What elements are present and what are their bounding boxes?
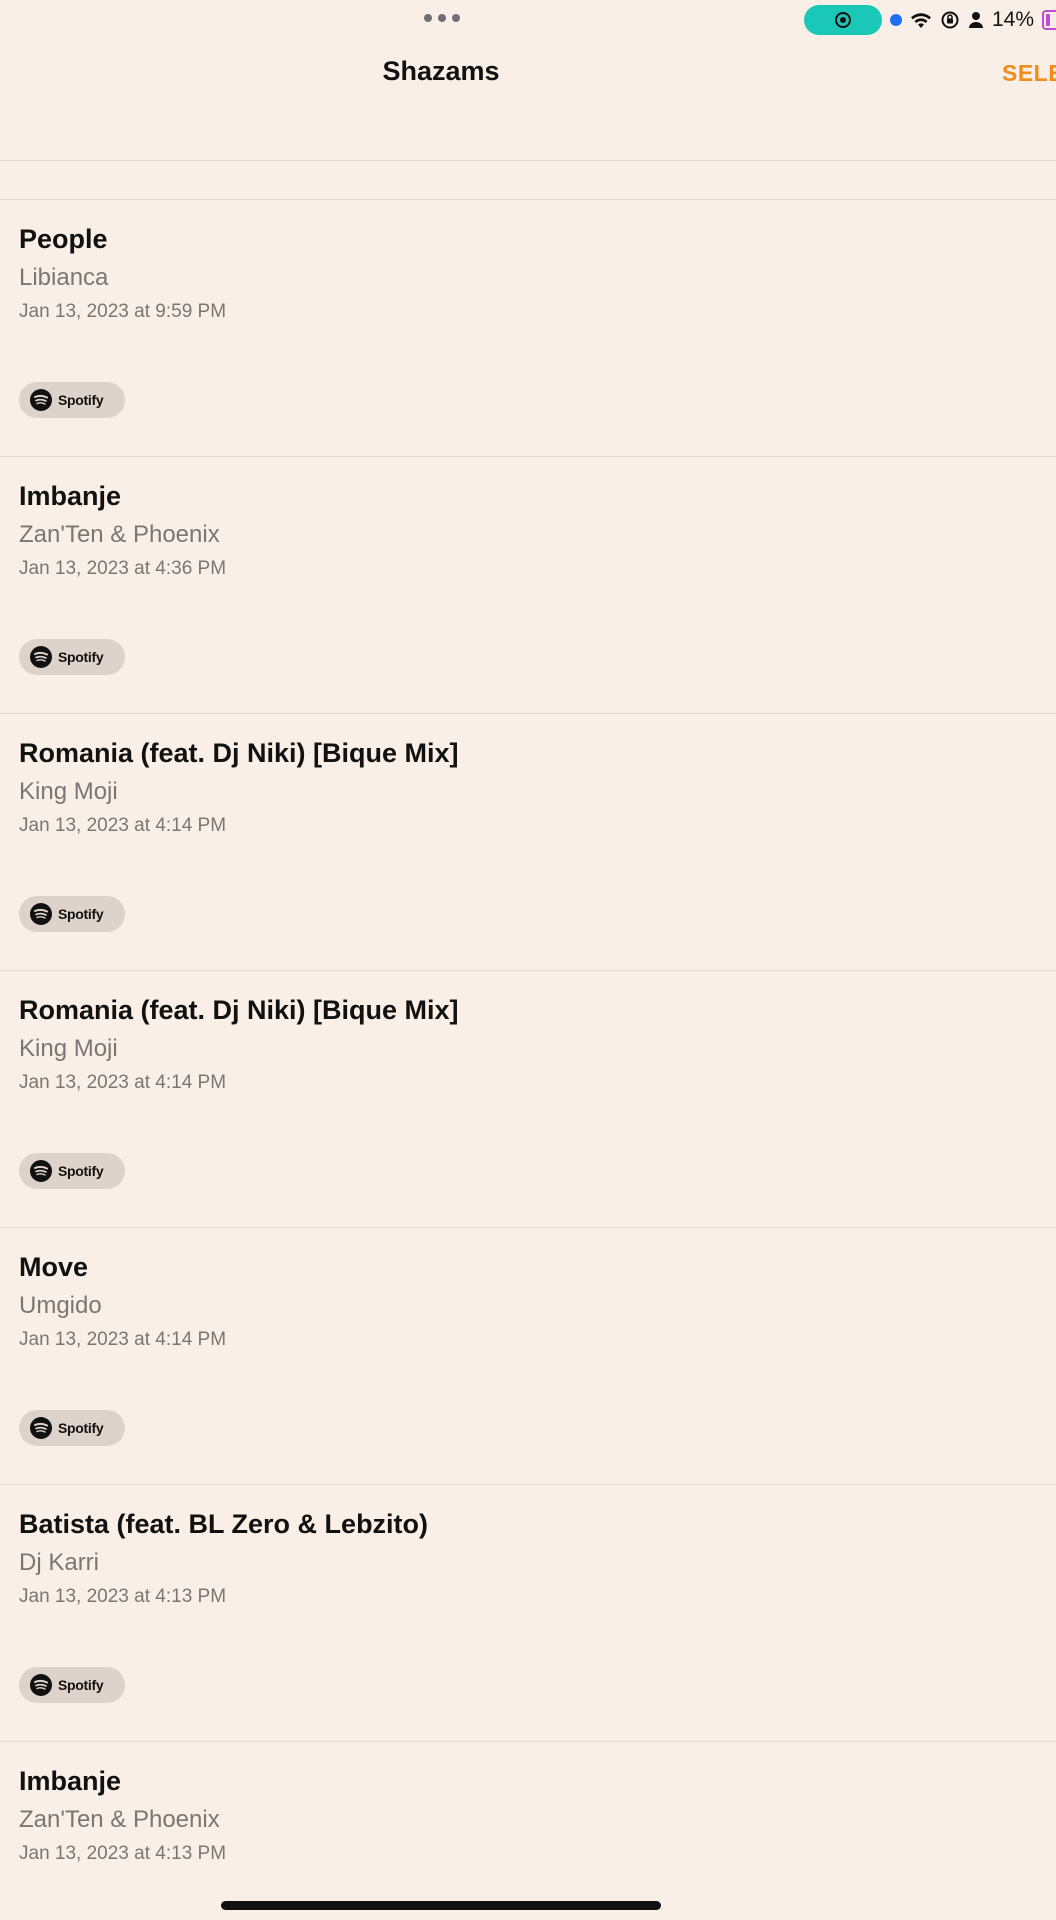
spotify-label: Spotify [58, 1420, 104, 1436]
battery-icon [1042, 10, 1056, 30]
battery-percentage: 14% [991, 8, 1034, 31]
list-item[interactable]: Romania (feat. Dj Niki) [Bique Mix] King… [0, 970, 1056, 1227]
open-in-spotify-button[interactable]: Spotify [19, 639, 125, 675]
song-artist: Zan'Ten & Phoenix [19, 521, 220, 548]
select-button[interactable]: SELE [1002, 60, 1056, 87]
spotify-label: Spotify [58, 1677, 104, 1693]
person-icon [968, 11, 984, 29]
shazam-list: People Libianca Jan 13, 2023 at 9:59 PM … [0, 199, 1056, 1920]
open-in-spotify-button[interactable]: Spotify [19, 1410, 125, 1446]
status-bar: 14% [0, 0, 1056, 40]
list-item[interactable]: Move Umgido Jan 13, 2023 at 4:14 PM Spot… [0, 1227, 1056, 1484]
spotify-icon [30, 389, 52, 411]
song-title: Imbanje [19, 1766, 122, 1796]
song-artist: King Moji [19, 778, 118, 805]
record-icon [834, 12, 851, 28]
location-dot-icon [889, 14, 902, 26]
shazam-date: Jan 13, 2023 at 4:36 PM [19, 558, 227, 579]
song-title: People [19, 224, 108, 254]
shazam-date: Jan 13, 2023 at 4:14 PM [19, 1072, 227, 1093]
song-title: Imbanje [19, 481, 122, 511]
list-item[interactable]: Romania (feat. Dj Niki) [Bique Mix] King… [0, 713, 1056, 970]
list-item[interactable]: Batista (feat. BL Zero & Lebzito) Dj Kar… [0, 1484, 1056, 1741]
list-item[interactable]: People Libianca Jan 13, 2023 at 9:59 PM … [0, 199, 1056, 456]
page-title: Shazams [382, 56, 500, 86]
status-indicators: 14% [803, 4, 1056, 36]
open-in-spotify-button[interactable]: Spotify [19, 1667, 125, 1703]
spotify-label: Spotify [58, 649, 104, 665]
song-title: Batista (feat. BL Zero & Lebzito) [19, 1509, 429, 1539]
spotify-label: Spotify [58, 1163, 104, 1179]
shazam-date: Jan 13, 2023 at 4:13 PM [19, 1586, 227, 1607]
header-divider [0, 160, 1056, 161]
song-title: Romania (feat. Dj Niki) [Bique Mix] [19, 738, 459, 768]
spotify-icon [30, 1674, 52, 1696]
open-in-spotify-button[interactable]: Spotify [19, 896, 125, 932]
spotify-icon [30, 903, 52, 925]
list-item[interactable]: Imbanje Zan'Ten & Phoenix Jan 13, 2023 a… [0, 1741, 1056, 1920]
spotify-label: Spotify [58, 392, 104, 408]
shazam-library-screen: 14% Shazams SELE People Libianca Jan 13,… [0, 0, 1056, 1920]
shazam-date: Jan 13, 2023 at 9:59 PM [19, 301, 227, 322]
rotation-lock-icon [940, 10, 960, 30]
song-artist: Zan'Ten & Phoenix [19, 1806, 220, 1833]
song-title: Romania (feat. Dj Niki) [Bique Mix] [19, 995, 459, 1025]
spotify-label: Spotify [58, 906, 104, 922]
shazam-date: Jan 13, 2023 at 4:14 PM [19, 1329, 227, 1350]
song-artist: Libianca [19, 264, 109, 291]
spotify-icon [30, 1160, 52, 1182]
spotify-icon [30, 1417, 52, 1439]
song-artist: King Moji [19, 1035, 118, 1062]
shazam-date: Jan 13, 2023 at 4:13 PM [19, 1843, 227, 1864]
open-in-spotify-button[interactable]: Spotify [19, 382, 125, 418]
spotify-icon [30, 646, 52, 668]
song-title: Move [19, 1252, 89, 1282]
song-artist: Umgido [19, 1292, 102, 1319]
screen-recording-indicator[interactable] [803, 5, 882, 35]
list-item[interactable]: Imbanje Zan'Ten & Phoenix Jan 13, 2023 a… [0, 456, 1056, 713]
shazam-date: Jan 13, 2023 at 4:14 PM [19, 815, 227, 836]
wifi-icon [910, 11, 932, 29]
multitasking-dots-icon[interactable] [424, 14, 460, 22]
song-artist: Dj Karri [19, 1549, 100, 1576]
open-in-spotify-button[interactable]: Spotify [19, 1153, 125, 1189]
home-indicator[interactable] [221, 1901, 661, 1910]
